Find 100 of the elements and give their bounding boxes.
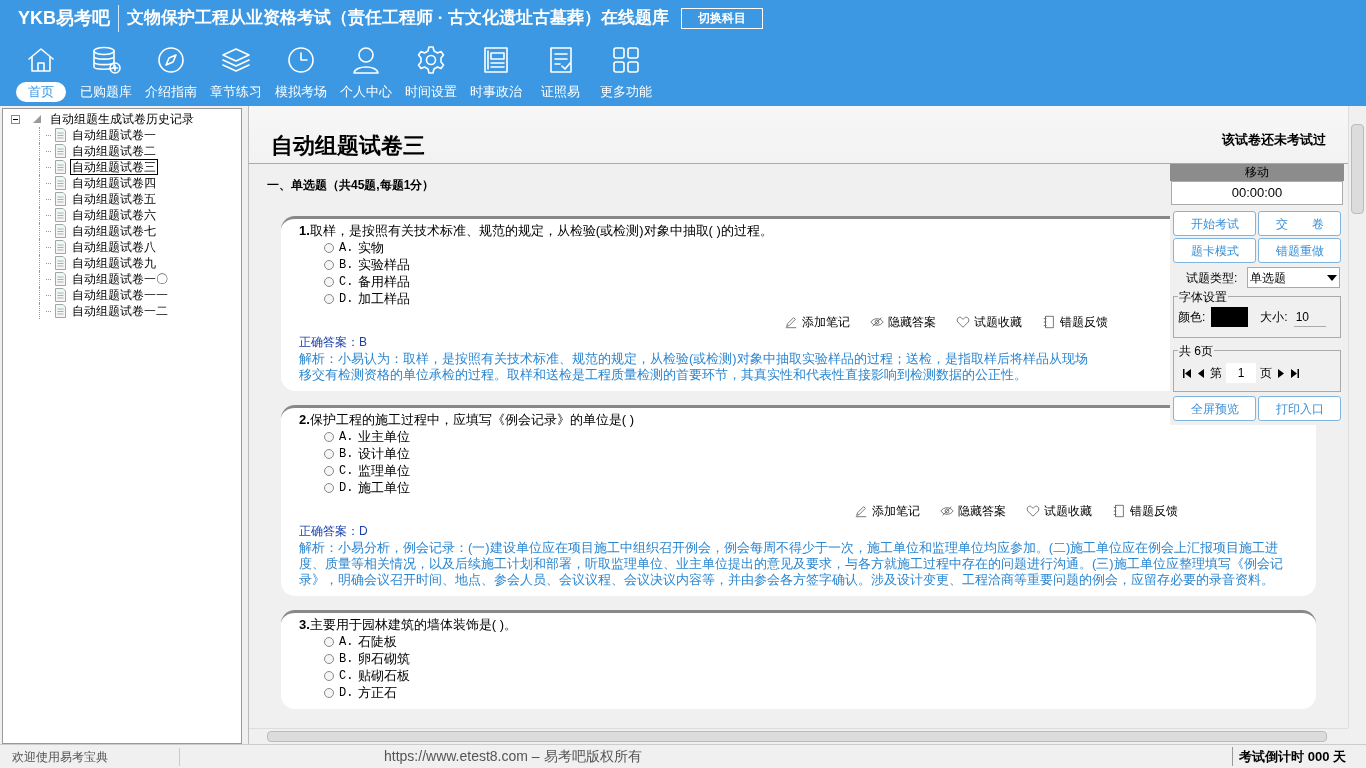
panel-button[interactable]: 开始考试 (1173, 211, 1256, 236)
document-icon (55, 176, 66, 190)
option-letter: D. (339, 290, 354, 308)
option-letter: B. (339, 650, 354, 668)
radio-button[interactable] (324, 259, 334, 270)
action-link[interactable]: 试题收藏 (956, 313, 1022, 331)
last-page-icon[interactable] (1290, 368, 1300, 378)
option-text: 卵石砌筑 (358, 649, 411, 668)
tree-item[interactable]: 自动组题试卷五 (70, 191, 158, 207)
option-text: 实物 (358, 238, 385, 257)
radio-button[interactable] (324, 242, 334, 253)
panel-button[interactable]: 打印入口 (1258, 396, 1341, 421)
option-text: 方正石 (358, 683, 398, 702)
move-handle[interactable]: 移动 (1170, 164, 1344, 181)
heart-icon (956, 315, 970, 329)
option-text: 施工单位 (358, 478, 411, 497)
option-text: 业主单位 (358, 427, 411, 446)
panel-button[interactable]: 题卡模式 (1173, 238, 1256, 263)
previous-page-icon[interactable] (1196, 368, 1206, 378)
action-link[interactable]: 隐藏答案 (870, 313, 936, 331)
tree-item[interactable]: 自动组题试卷一一 (70, 287, 170, 303)
vertical-scrollbar[interactable] (1348, 106, 1366, 728)
action-link[interactable]: 错题反馈 (1042, 313, 1108, 331)
option-letter: A. (339, 239, 354, 257)
tree-item[interactable]: 自动组题试卷一二 (70, 303, 170, 319)
action-link[interactable]: 添加笔记 (854, 502, 920, 520)
tree-item[interactable]: 自动组题试卷一〇 (70, 271, 170, 287)
explanation-text: 解析：小易认为：取样，是按照有关技术标准、规范的规定，从检验(或检测)对象中抽取实验样品的过程；送检，是指取样后将样品从现场移交有检测资格的单位承检的过程。取样和送检是工程质量检测的首要环节，其真实性和代表性直接影响到检测数据的公正性。 (299, 351, 1089, 383)
option-text: 石陡板 (358, 632, 398, 651)
book-icon (1112, 504, 1126, 518)
document-icon (55, 224, 66, 238)
document-icon (55, 256, 66, 270)
document-icon (55, 304, 66, 318)
tree-root-label[interactable]: 自动组题生成试卷历史记录 (50, 110, 194, 128)
action-link[interactable]: 添加笔记 (784, 313, 850, 331)
tree-item[interactable]: 自动组题试卷六 (70, 207, 158, 223)
tree-item[interactable]: 自动组题试卷四 (70, 175, 158, 191)
option-text: 实验样品 (358, 255, 411, 274)
color-swatch[interactable] (1211, 307, 1249, 327)
option-letter: C. (339, 462, 354, 480)
radio-button[interactable] (324, 482, 334, 493)
option-letter: D. (339, 684, 354, 702)
document-icon (55, 240, 66, 254)
scrollbar-thumb[interactable] (1351, 124, 1364, 214)
radio-button[interactable] (324, 448, 334, 459)
radio-button[interactable] (324, 431, 334, 442)
pencil-icon (784, 315, 798, 329)
option-text: 加工样品 (358, 289, 411, 308)
panel-button[interactable]: 错题重做 (1258, 238, 1341, 263)
tree-item[interactable]: 自动组题试卷三 (70, 159, 158, 175)
size-field[interactable]: 10 (1293, 307, 1326, 327)
option-letter: B. (339, 256, 354, 274)
tree-item[interactable]: 自动组题试卷二 (70, 143, 158, 159)
horizontal-scrollbar[interactable] (249, 728, 1348, 744)
question-text: 2.保护工程的施工过程中，应填写《例会记录》的单位是( ) (299, 411, 636, 428)
radio-button[interactable] (324, 670, 334, 681)
correct-answer: 正确答案：B (299, 334, 367, 351)
radio-button[interactable] (324, 636, 334, 647)
expand-toggle-icon[interactable] (11, 114, 20, 124)
document-icon (55, 288, 66, 302)
radio-button[interactable] (324, 276, 334, 287)
field-label: 试题类型: (1186, 269, 1238, 287)
book-icon (1042, 315, 1056, 329)
panel-button[interactable]: 全屏预览 (1173, 396, 1256, 421)
window-title: 文物保护工程从业资格考试（责任工程师 · 古文化遗址古墓葬）在线题库 (127, 7, 670, 30)
radio-button[interactable] (324, 465, 334, 476)
question-text: 3.主要用于园林建筑的墙体装饰是( )。 (299, 616, 519, 633)
document-icon (55, 192, 66, 206)
tree-item[interactable]: 自动组题试卷八 (70, 239, 158, 255)
group-label: 共 6页 (1178, 342, 1214, 360)
option-text: 贴砌石板 (358, 666, 411, 685)
document-icon (55, 128, 66, 142)
next-page-icon[interactable] (1276, 368, 1286, 378)
first-page-icon[interactable] (1182, 368, 1192, 378)
action-link[interactable]: 错题反馈 (1112, 502, 1178, 520)
eye-icon (870, 315, 884, 329)
action-link[interactable]: 试题收藏 (1026, 502, 1092, 520)
option-letter: C. (339, 667, 354, 685)
radio-button[interactable] (324, 653, 334, 664)
action-link[interactable]: 隐藏答案 (940, 502, 1006, 520)
radio-button[interactable] (324, 687, 334, 698)
option-letter: B. (339, 445, 354, 463)
option-text: 备用样品 (358, 272, 411, 291)
question-text: 1.取样，是按照有关技术标准、规范的规定，从检验(或检测)对象中抽取( )的过程。 (299, 222, 774, 239)
tree-item[interactable]: 自动组题试卷一 (70, 127, 158, 143)
section-heading: 一、单选题（共45题,每题1分） (267, 177, 435, 194)
option-letter: A. (339, 428, 354, 446)
field-label: 页 (1260, 365, 1272, 382)
option-letter: A. (339, 633, 354, 651)
radio-button[interactable] (324, 293, 334, 304)
panel-button[interactable]: 交 卷 (1258, 211, 1341, 236)
timer-display: 00:00:00 (1171, 181, 1343, 205)
type-dropdown[interactable]: 单选题 (1247, 267, 1340, 288)
document-icon (55, 144, 66, 158)
tree-item[interactable]: 自动组题试卷七 (70, 223, 158, 239)
tree-item[interactable]: 自动组题试卷九 (70, 255, 158, 271)
scrollbar-thumb[interactable] (267, 731, 1327, 742)
page-number-field[interactable]: 1 (1226, 363, 1256, 383)
field-label: 颜色: (1178, 309, 1206, 326)
exam-title: 自动组题试卷三 (271, 132, 425, 160)
